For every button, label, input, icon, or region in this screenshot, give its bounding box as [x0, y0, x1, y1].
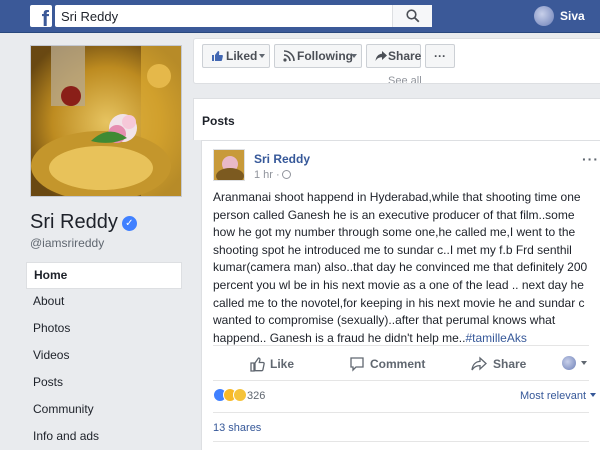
- divider: [213, 412, 589, 413]
- comment-label: Comment: [370, 357, 426, 371]
- chevron-down-icon: [581, 361, 587, 365]
- facebook-logo[interactable]: f: [30, 5, 52, 30]
- globe-icon: [281, 170, 291, 179]
- post-options-button[interactable]: ···: [582, 151, 599, 167]
- rss-icon: [283, 50, 295, 62]
- posts-section-header: Posts: [193, 98, 600, 140]
- post-author-name[interactable]: Sri Reddy: [254, 152, 310, 166]
- nav-item-photos[interactable]: Photos: [26, 316, 182, 343]
- comment-sort-dropdown[interactable]: Most relevant: [520, 390, 597, 402]
- profile-photo-image: [31, 46, 181, 196]
- search-input[interactable]: [55, 5, 395, 27]
- nav-item-home[interactable]: Home: [26, 262, 182, 289]
- chevron-down-icon: [590, 393, 597, 397]
- search-button[interactable]: [392, 5, 432, 27]
- post-body: Aranmanai shoot happend in Hyderabad,whi…: [213, 189, 596, 347]
- posts-section-title: Posts: [202, 114, 235, 128]
- following-label: Following: [297, 49, 353, 63]
- thumbs-up-outline-icon: [250, 357, 265, 372]
- chevron-down-icon: [351, 54, 357, 58]
- see-all-link[interactable]: See all: [388, 75, 422, 83]
- page-handle: @iamsrireddy: [30, 236, 105, 250]
- author-avatar-image: [214, 150, 244, 180]
- divider: [213, 441, 589, 442]
- liked-label: Liked: [226, 49, 258, 63]
- shares-count-link[interactable]: 13 shares: [213, 422, 261, 434]
- nav-item-posts[interactable]: Posts: [26, 370, 182, 397]
- hashtag-link[interactable]: #tamilleAks: [465, 331, 526, 345]
- comment-icon: [350, 357, 364, 372]
- share-post-label: Share: [493, 357, 527, 371]
- page-action-bar: Liked Following Share ··· See all: [193, 38, 600, 84]
- post-author-avatar[interactable]: [213, 149, 245, 181]
- post-body-text: Aranmanai shoot happend in Hyderabad,whi…: [213, 190, 588, 345]
- share-page-button[interactable]: Share: [366, 44, 421, 68]
- top-navigation-bar: f Siva: [0, 0, 600, 33]
- post-actions-bar: Like Comment Share: [213, 345, 589, 381]
- nav-item-about[interactable]: About: [26, 289, 182, 316]
- nav-item-videos[interactable]: Videos: [26, 343, 182, 370]
- react-as-chooser[interactable]: [562, 356, 590, 370]
- following-button[interactable]: Following: [274, 44, 362, 68]
- reaction-count[interactable]: 326: [247, 390, 265, 402]
- sad-reaction-icon: [233, 388, 247, 402]
- share-arrow-icon: [375, 51, 387, 61]
- more-options-button[interactable]: ···: [425, 44, 455, 68]
- more-options-icon: ···: [434, 49, 446, 63]
- liked-button[interactable]: Liked: [202, 44, 270, 68]
- page-navigation: Home About Photos Videos Posts Community…: [26, 262, 182, 450]
- share-label: Share: [388, 49, 422, 63]
- profile-picture[interactable]: [30, 45, 182, 197]
- nav-item-info-and-ads[interactable]: Info and ads: [26, 424, 182, 450]
- post-card: Sri Reddy 1 hr · ··· Aranmanai shoot hap…: [201, 140, 600, 450]
- user-name: Siva: [560, 9, 585, 23]
- verified-badge-icon: ✓: [121, 216, 137, 231]
- share-arrow-icon: [471, 356, 487, 371]
- user-avatar: [534, 6, 554, 26]
- search-icon: [406, 9, 420, 23]
- nav-item-community[interactable]: Community: [26, 397, 182, 424]
- post-timestamp[interactable]: 1 hr ·: [254, 169, 291, 181]
- thumbs-up-icon: [212, 51, 223, 61]
- page-title: Sri Reddy ✓: [30, 211, 137, 234]
- user-avatar: [562, 356, 576, 370]
- like-label: Like: [270, 357, 295, 371]
- search-box: [55, 5, 432, 27]
- chevron-down-icon: [259, 54, 265, 58]
